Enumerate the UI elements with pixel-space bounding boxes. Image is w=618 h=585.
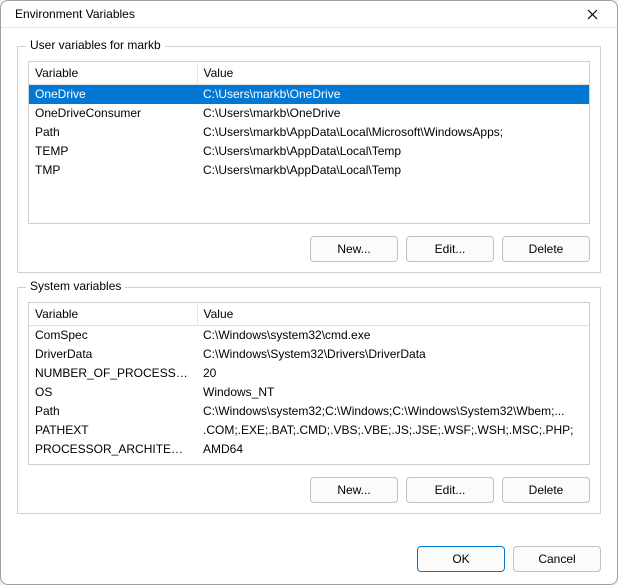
system-new-button[interactable]: New...	[310, 477, 398, 503]
cell-value: Windows_NT	[197, 383, 589, 402]
user-col-header-value[interactable]: Value	[197, 62, 589, 85]
cell-value: C:\Users\markb\AppData\Local\Microsoft\W…	[197, 123, 589, 142]
table-row[interactable]: PATHEXT.COM;.EXE;.BAT;.CMD;.VBS;.VBE;.JS…	[29, 421, 589, 440]
cell-value: AMD64	[197, 440, 589, 459]
cell-value: C:\Windows\system32;C:\Windows;C:\Window…	[197, 402, 589, 421]
system-delete-button[interactable]: Delete	[502, 477, 590, 503]
table-row[interactable]: PROCESSOR_ARCHITECTUREAMD64	[29, 440, 589, 459]
table-row[interactable]: NUMBER_OF_PROCESSORS20	[29, 364, 589, 383]
user-variables-table-container: Variable Value OneDriveC:\Users\markb\On…	[28, 61, 590, 224]
system-variables-table: Variable Value ComSpecC:\Windows\system3…	[29, 303, 589, 459]
close-icon	[587, 9, 598, 20]
close-button[interactable]	[579, 1, 605, 27]
titlebar: Environment Variables	[1, 1, 617, 28]
ok-button[interactable]: OK	[417, 546, 505, 572]
cell-variable: OneDrive	[29, 85, 197, 105]
cell-value: C:\Users\markb\AppData\Local\Temp	[197, 161, 589, 180]
user-buttons-row: New... Edit... Delete	[28, 236, 590, 262]
user-group-label: User variables for markb	[26, 38, 165, 52]
environment-variables-dialog: Environment Variables User variables for…	[0, 0, 618, 585]
table-row[interactable]: OSWindows_NT	[29, 383, 589, 402]
cell-variable: DriverData	[29, 345, 197, 364]
table-row[interactable]: OneDriveConsumerC:\Users\markb\OneDrive	[29, 104, 589, 123]
cell-variable: TEMP	[29, 142, 197, 161]
system-variables-scroll[interactable]: Variable Value ComSpecC:\Windows\system3…	[29, 303, 589, 464]
cancel-button[interactable]: Cancel	[513, 546, 601, 572]
user-col-header-variable[interactable]: Variable	[29, 62, 197, 85]
user-variables-table: Variable Value OneDriveC:\Users\markb\On…	[29, 62, 589, 180]
dialog-content: User variables for markb Variable Value …	[1, 28, 617, 538]
cell-variable: PATHEXT	[29, 421, 197, 440]
cell-value: C:\Users\markb\OneDrive	[197, 104, 589, 123]
table-row[interactable]: OneDriveC:\Users\markb\OneDrive	[29, 85, 589, 105]
table-row[interactable]: TMPC:\Users\markb\AppData\Local\Temp	[29, 161, 589, 180]
cell-value: .COM;.EXE;.BAT;.CMD;.VBS;.VBE;.JS;.JSE;.…	[197, 421, 589, 440]
window-title: Environment Variables	[15, 7, 135, 21]
table-row[interactable]: PathC:\Windows\system32;C:\Windows;C:\Wi…	[29, 402, 589, 421]
system-variables-table-container: Variable Value ComSpecC:\Windows\system3…	[28, 302, 590, 465]
cell-variable: OneDriveConsumer	[29, 104, 197, 123]
cell-variable: Path	[29, 402, 197, 421]
system-edit-button[interactable]: Edit...	[406, 477, 494, 503]
cell-variable: OS	[29, 383, 197, 402]
table-row[interactable]: DriverDataC:\Windows\System32\Drivers\Dr…	[29, 345, 589, 364]
user-delete-button[interactable]: Delete	[502, 236, 590, 262]
system-buttons-row: New... Edit... Delete	[28, 477, 590, 503]
cell-variable: Path	[29, 123, 197, 142]
cell-variable: ComSpec	[29, 326, 197, 346]
cell-value: C:\Users\markb\AppData\Local\Temp	[197, 142, 589, 161]
system-col-header-variable[interactable]: Variable	[29, 303, 197, 326]
table-row[interactable]: ComSpecC:\Windows\system32\cmd.exe	[29, 326, 589, 346]
cell-variable: TMP	[29, 161, 197, 180]
user-new-button[interactable]: New...	[310, 236, 398, 262]
table-row[interactable]: PathC:\Users\markb\AppData\Local\Microso…	[29, 123, 589, 142]
user-variables-scroll[interactable]: Variable Value OneDriveC:\Users\markb\On…	[29, 62, 589, 223]
system-col-header-value[interactable]: Value	[197, 303, 589, 326]
cell-value: 20	[197, 364, 589, 383]
user-variables-group: User variables for markb Variable Value …	[17, 46, 601, 273]
table-row[interactable]: TEMPC:\Users\markb\AppData\Local\Temp	[29, 142, 589, 161]
system-group-label: System variables	[26, 279, 125, 293]
user-edit-button[interactable]: Edit...	[406, 236, 494, 262]
cell-value: C:\Windows\System32\Drivers\DriverData	[197, 345, 589, 364]
system-variables-group: System variables Variable Value ComSpecC…	[17, 287, 601, 514]
cell-variable: PROCESSOR_ARCHITECTURE	[29, 440, 197, 459]
cell-value: C:\Users\markb\OneDrive	[197, 85, 589, 105]
dialog-buttons-row: OK Cancel	[1, 538, 617, 585]
cell-value: C:\Windows\system32\cmd.exe	[197, 326, 589, 346]
cell-variable: NUMBER_OF_PROCESSORS	[29, 364, 197, 383]
